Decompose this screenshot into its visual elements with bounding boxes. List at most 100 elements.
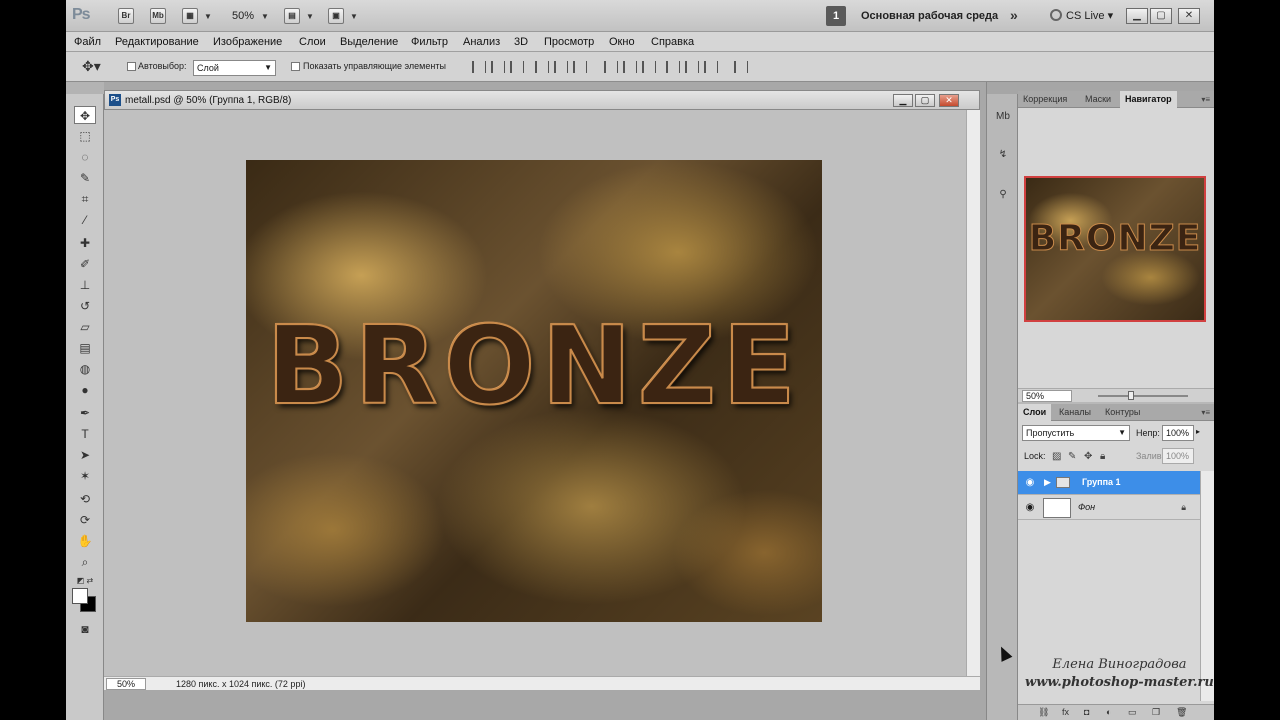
visibility-eye-icon[interactable]: ◉ <box>1022 477 1038 489</box>
view-extras-caret-icon[interactable]: ▼ <box>204 12 212 21</box>
mini-bridge-button[interactable]: Mb <box>150 8 166 24</box>
workspace-more-icon[interactable]: » <box>1010 7 1018 23</box>
zoom-tool-icon[interactable]: ⌕ <box>74 553 96 571</box>
eyedropper-tool-icon[interactable]: ⁄ <box>74 211 96 229</box>
view-extras-button[interactable]: ▦ <box>182 8 198 24</box>
panel-menu-icon[interactable]: ▾≡ <box>1201 95 1210 104</box>
path-selection-tool-icon[interactable]: ➤ <box>74 446 96 464</box>
visibility-eye-icon[interactable]: ◉ <box>1022 502 1038 514</box>
opacity-arrow-icon[interactable]: ▸ <box>1196 427 1200 436</box>
screen-mode-caret-icon[interactable]: ▼ <box>350 12 358 21</box>
distribute-left-icon[interactable] <box>666 61 680 73</box>
quick-selection-tool-icon[interactable]: ✎ <box>74 169 96 187</box>
tab-layers[interactable]: Слои <box>1018 404 1052 421</box>
move-tool-preset-icon[interactable]: ✥▾ <box>82 58 101 75</box>
tools-panel-grip[interactable] <box>66 82 104 94</box>
close-button[interactable]: ✕ <box>1178 8 1200 24</box>
arrange-documents-button[interactable]: ▤ <box>284 8 300 24</box>
tool-presets-panel-icon[interactable]: ⚲ <box>992 184 1014 206</box>
doc-minimize-button[interactable]: ▁ <box>893 94 913 107</box>
layer-row-group[interactable]: ◉ ▶ Группа 1 <box>1018 471 1200 495</box>
menu-view[interactable]: Просмотр <box>544 36 594 48</box>
canvas-area[interactable]: BRONZE <box>104 110 966 676</box>
distribute-hcenter-icon[interactable] <box>685 61 699 73</box>
navigator-slider-handle[interactable] <box>1128 391 1134 400</box>
align-right-icon[interactable] <box>573 61 587 73</box>
tab-channels[interactable]: Каналы <box>1054 404 1096 421</box>
bridge-button[interactable]: Br <box>118 8 134 24</box>
healing-brush-tool-icon[interactable]: ✚ <box>74 234 96 252</box>
dodge-tool-icon[interactable]: ● <box>74 381 96 399</box>
navigator-zoom-slider[interactable] <box>1098 395 1188 397</box>
lock-image-icon[interactable]: ✎ <box>1068 451 1076 462</box>
layer-style-icon[interactable]: fx <box>1062 707 1069 717</box>
doc-restore-button[interactable]: ▢ <box>915 94 935 107</box>
opacity-field[interactable]: 100% <box>1162 425 1194 441</box>
history-panel-icon[interactable]: ↯ <box>992 144 1014 166</box>
eraser-tool-icon[interactable]: ▱ <box>74 318 96 336</box>
menu-edit[interactable]: Редактирование <box>115 36 199 48</box>
layers-panel-menu-icon[interactable]: ▾≡ <box>1201 408 1210 417</box>
autoselect-dropdown[interactable]: Слой ▼ <box>193 60 276 76</box>
status-zoom-field[interactable]: 50% <box>106 678 146 690</box>
expand-group-icon[interactable]: ▶ <box>1044 477 1051 488</box>
lock-all-icon[interactable]: 🔒︎ <box>1100 451 1105 462</box>
auto-align-layers-icon[interactable] <box>734 61 748 73</box>
strip-grip[interactable] <box>987 82 1019 94</box>
foreground-color-swatch[interactable] <box>72 588 88 604</box>
gradient-tool-icon[interactable]: ▤ <box>74 339 96 357</box>
show-transform-controls-checkbox[interactable] <box>291 62 300 71</box>
crop-tool-icon[interactable]: ⌗ <box>74 190 96 208</box>
document-tab[interactable]: Ps metall.psd @ 50% (Группа 1, RGB/8) ▁ … <box>104 90 980 110</box>
menu-analysis[interactable]: Анализ <box>463 36 500 48</box>
new-group-icon[interactable]: ▭ <box>1128 707 1137 718</box>
vertical-scrollbar[interactable] <box>966 110 980 676</box>
tab-adjustments[interactable]: Коррекция <box>1018 91 1072 108</box>
add-mask-icon[interactable]: ◘ <box>1084 707 1089 717</box>
3d-rotate-tool-icon[interactable]: ⟲ <box>74 490 96 508</box>
delete-layer-icon[interactable]: 🗑︎ <box>1176 707 1187 718</box>
tab-navigator[interactable]: Навигатор <box>1120 91 1177 108</box>
zoom-level-select[interactable]: 50% <box>232 10 254 22</box>
tab-paths[interactable]: Контуры <box>1100 404 1145 421</box>
menu-filter[interactable]: Фильтр <box>411 36 448 48</box>
align-vcenter-icon[interactable] <box>491 61 505 73</box>
workspace-number-badge[interactable]: 1 <box>826 6 846 26</box>
hand-tool-icon[interactable]: ✋ <box>74 532 96 550</box>
blur-tool-icon[interactable]: ◍ <box>74 360 96 378</box>
lasso-tool-icon[interactable]: ◌ <box>74 148 96 166</box>
arrange-caret-icon[interactable]: ▼ <box>306 12 314 21</box>
menu-select[interactable]: Выделение <box>340 36 398 48</box>
blend-mode-dropdown[interactable]: Пропустить ▼ <box>1022 425 1130 441</box>
zoom-caret-icon[interactable]: ▼ <box>261 12 269 21</box>
cs-live-button[interactable]: CS Live ▾ <box>1050 9 1113 22</box>
clone-stamp-tool-icon[interactable]: ⊥ <box>74 276 96 294</box>
menu-help[interactable]: Справка <box>651 36 694 48</box>
menu-window[interactable]: Окно <box>609 36 635 48</box>
type-tool-icon[interactable]: T <box>74 425 96 443</box>
autoselect-checkbox[interactable] <box>127 62 136 71</box>
quick-mask-icon[interactable]: ◙ <box>74 620 96 638</box>
brush-tool-icon[interactable]: ✐ <box>74 255 96 273</box>
3d-orbit-tool-icon[interactable]: ⟳ <box>74 511 96 529</box>
distribute-bottom-icon[interactable] <box>642 61 656 73</box>
menu-image[interactable]: Изображение <box>213 36 282 48</box>
lock-transparent-icon[interactable]: ▨ <box>1052 451 1061 462</box>
navigator-thumbnail[interactable]: BRONZE <box>1024 176 1206 322</box>
adjustment-layer-icon[interactable]: ◐ <box>1106 707 1111 717</box>
shape-tool-icon[interactable]: ✶ <box>74 467 96 485</box>
navigator-zoom-field[interactable]: 50% <box>1022 390 1072 402</box>
screen-mode-button[interactable]: ▣ <box>328 8 344 24</box>
distribute-right-icon[interactable] <box>704 61 718 73</box>
align-hcenter-icon[interactable] <box>554 61 568 73</box>
doc-close-button[interactable]: ✕ <box>939 94 959 107</box>
bronze-image[interactable]: BRONZE <box>246 160 822 622</box>
minimize-button[interactable]: ▁ <box>1126 8 1148 24</box>
maximize-button[interactable]: ▢ <box>1150 8 1172 24</box>
lock-position-icon[interactable]: ✥ <box>1084 451 1092 462</box>
align-left-icon[interactable] <box>535 61 549 73</box>
layer-row-background[interactable]: ◉ Фон 🔒︎ <box>1018 496 1200 520</box>
move-tool-icon[interactable]: ✥ <box>74 106 96 124</box>
menu-file[interactable]: Файл <box>74 36 101 48</box>
distribute-vcenter-icon[interactable] <box>623 61 637 73</box>
